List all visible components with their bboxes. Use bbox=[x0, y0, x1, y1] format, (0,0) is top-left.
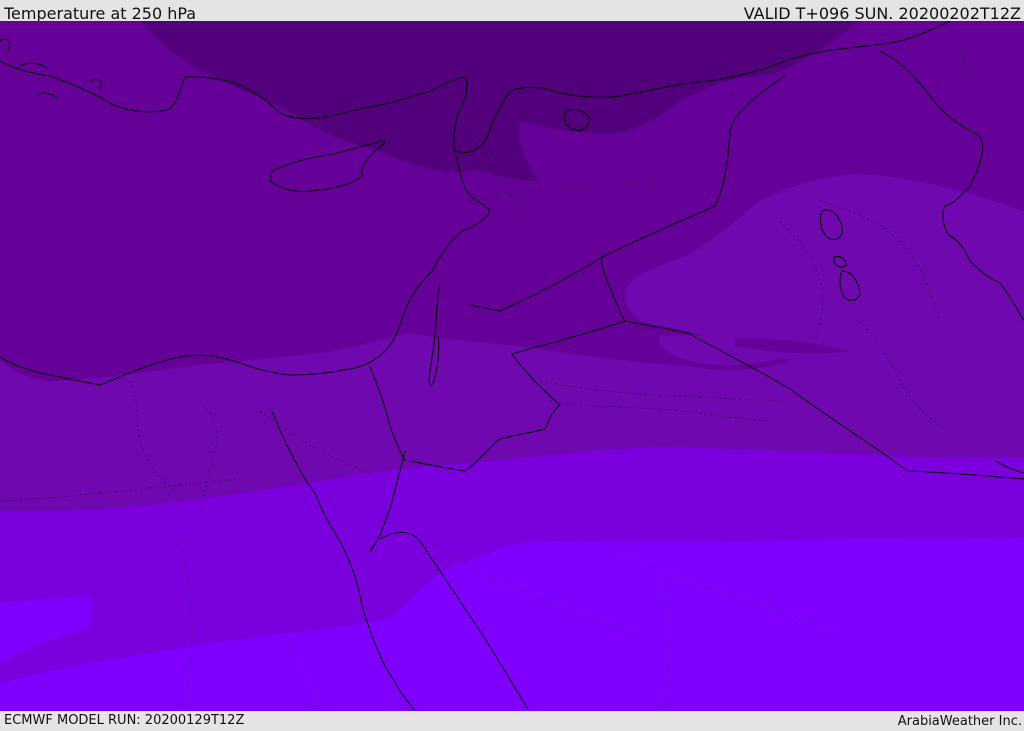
model-run: ECMWF MODEL RUN: 20200129T12Z bbox=[4, 713, 245, 728]
map-header: Temperature at 250 hPa VALID T+096 SUN. … bbox=[0, 0, 1024, 23]
credit-label: ArabiaWeather Inc. bbox=[897, 714, 1022, 729]
temperature-map bbox=[0, 21, 1024, 711]
map-footer: ECMWF MODEL RUN: 20200129T12Z ArabiaWeat… bbox=[0, 711, 1024, 729]
